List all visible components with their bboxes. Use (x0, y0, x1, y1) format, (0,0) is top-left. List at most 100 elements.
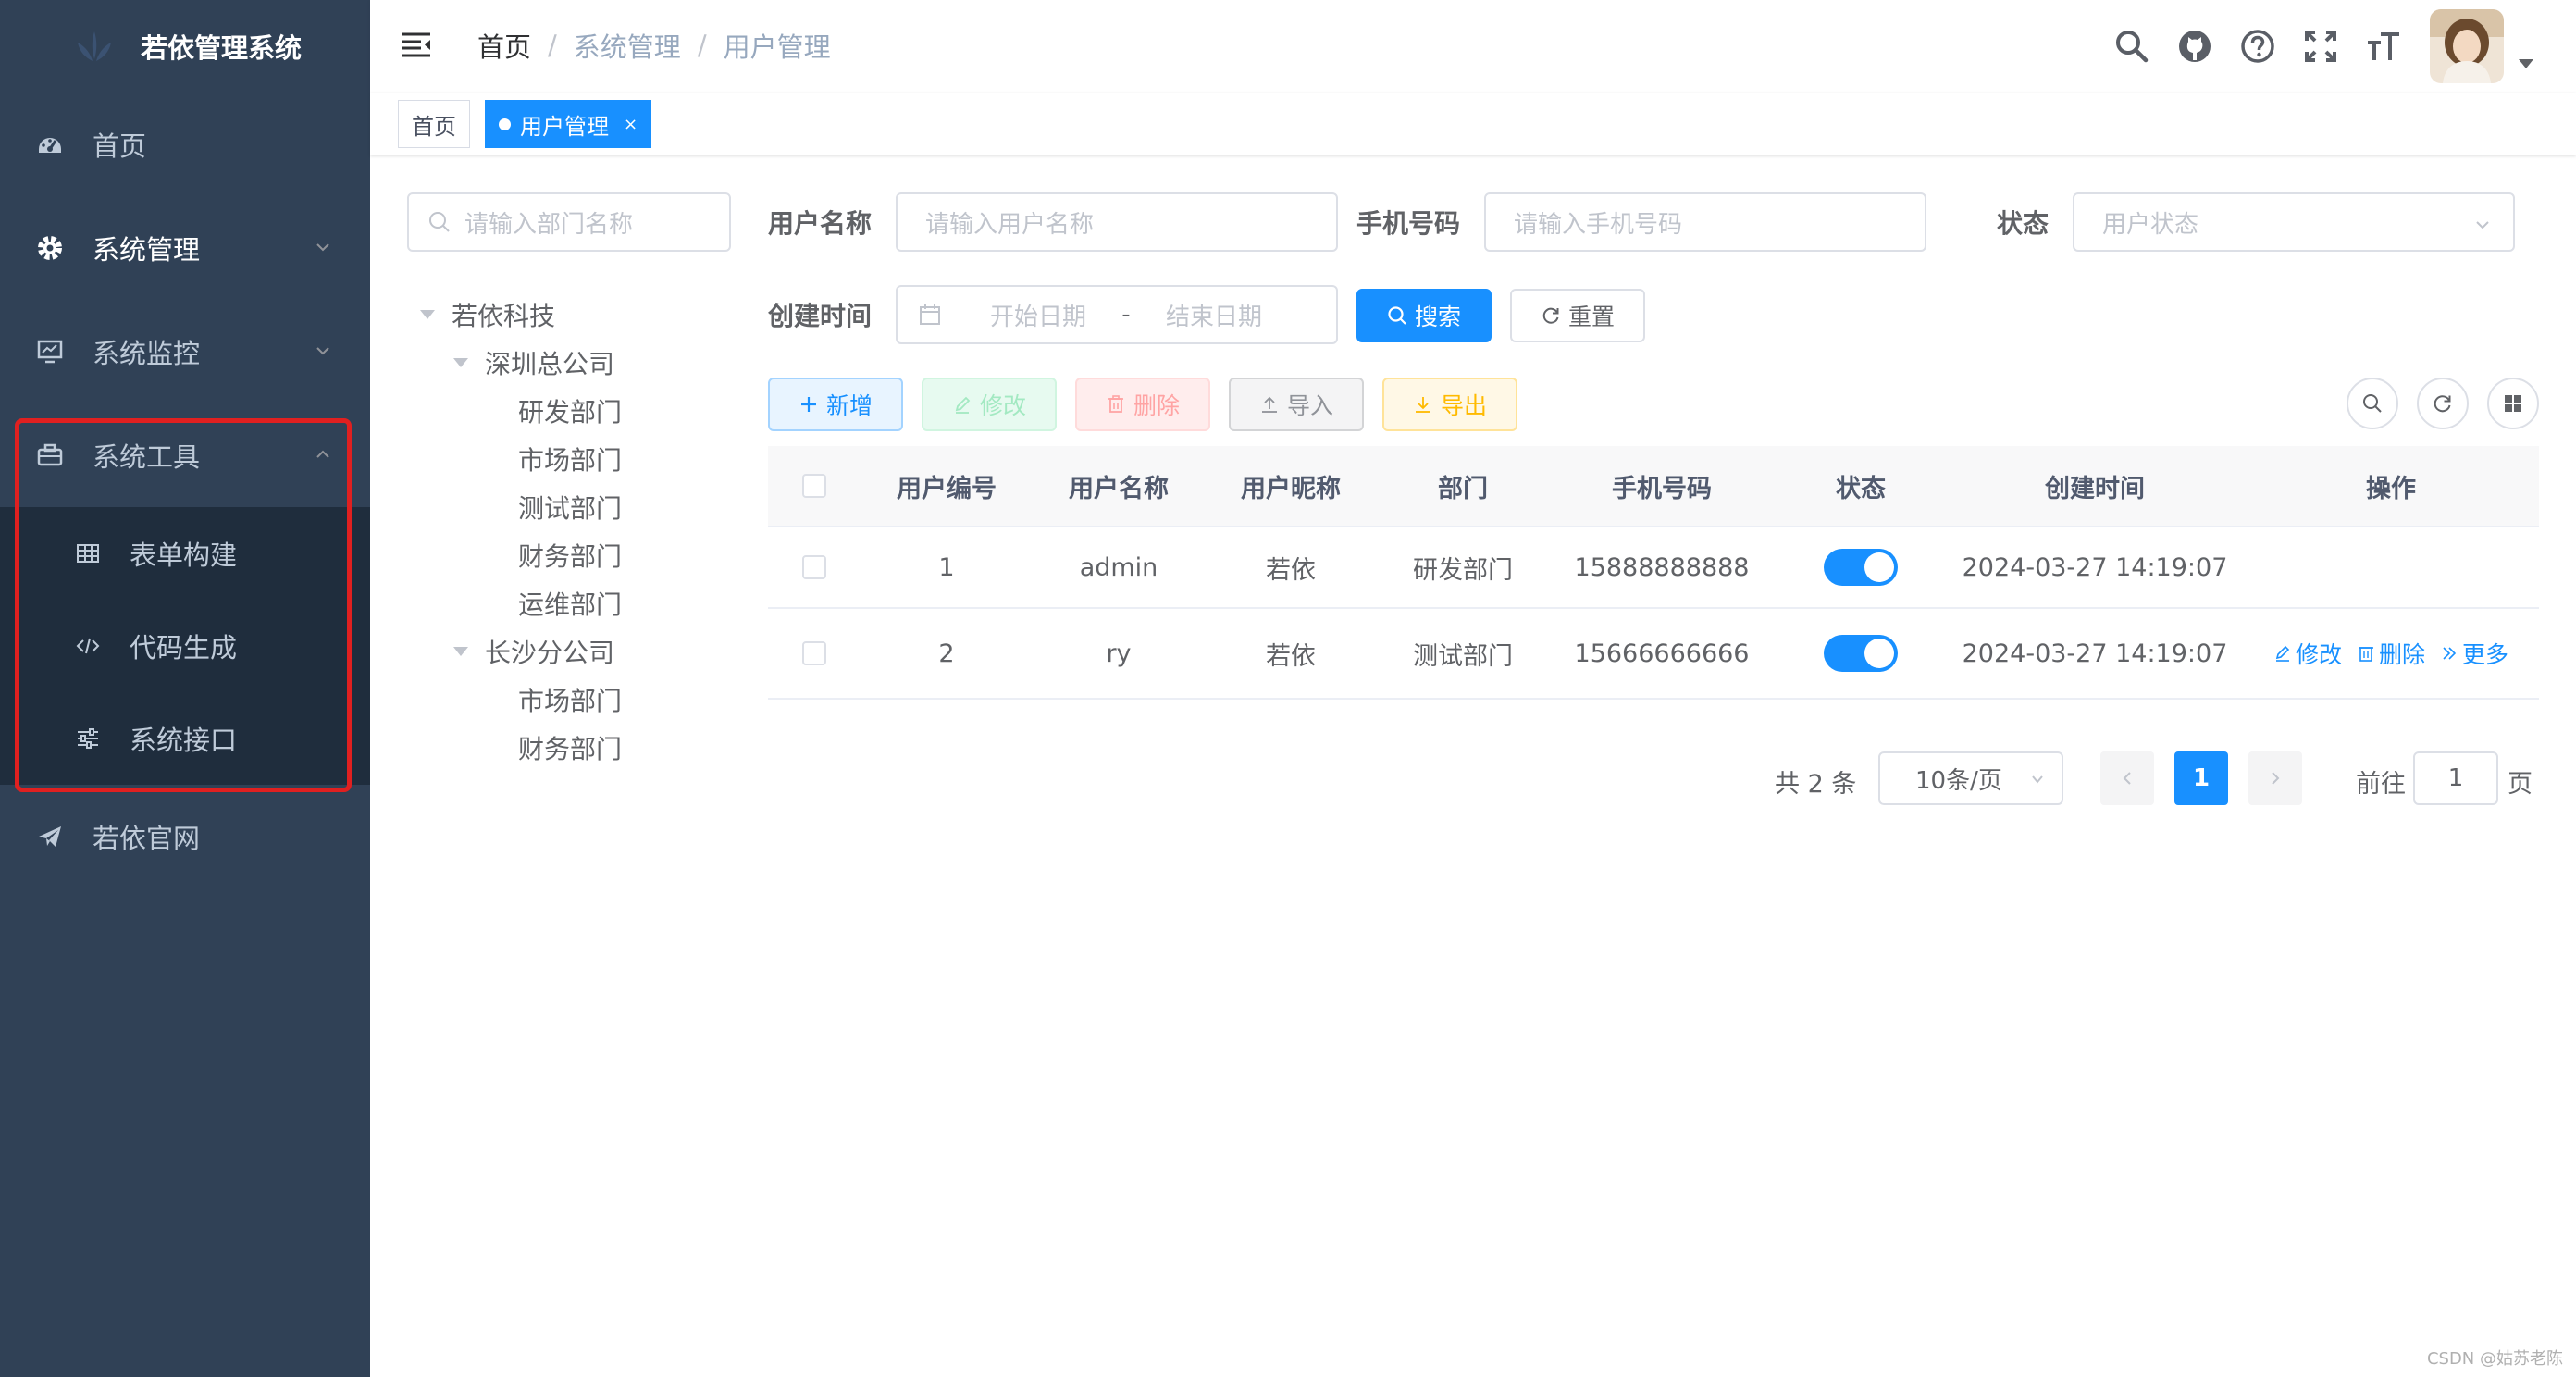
tag-user-management[interactable]: 用户管理 × (485, 100, 652, 148)
prev-page-button[interactable] (2100, 751, 2154, 805)
column-header: 状态 (1836, 474, 1886, 503)
page-number-button[interactable]: 1 (2174, 751, 2228, 805)
fullscreen-icon[interactable] (2302, 28, 2339, 65)
github-icon[interactable] (2176, 28, 2213, 65)
next-page-button[interactable] (2248, 751, 2302, 805)
column-header: 操作 (2366, 474, 2416, 503)
hamburger-icon[interactable] (401, 31, 432, 58)
sidebar-item-label: 系统监控 (93, 338, 201, 369)
add-button[interactable]: 新增 (768, 378, 903, 431)
search-icon[interactable] (2113, 28, 2150, 65)
row-more-link[interactable]: 更多 (2440, 637, 2508, 670)
annotation-highlight-box (15, 418, 352, 792)
date-range-picker[interactable]: 开始日期 - 结束日期 (896, 285, 1338, 344)
tree-node[interactable]: 市场部门 (518, 435, 622, 483)
pagination-total: 共 2 条 (1775, 769, 1857, 799)
delete-button[interactable]: 删除 (1075, 378, 1210, 431)
dept-search-input[interactable]: 请输入部门名称 (407, 192, 731, 252)
sidebar: 若依管理系统 首页 系统管理 系统监控 系统工具 表单构建 代码生成 系统接口 … (0, 0, 370, 1377)
tree-node[interactable]: 财务部门 (518, 724, 622, 772)
row-checkbox[interactable] (802, 641, 826, 665)
toggle-search-button[interactable] (2347, 378, 2398, 429)
logo[interactable]: 若依管理系统 (0, 0, 370, 93)
jump-suffix: 页 (2508, 769, 2533, 799)
reset-button[interactable]: 重置 (1510, 289, 1645, 342)
app-root: 若依管理系统 首页 系统管理 系统监控 系统工具 表单构建 代码生成 系统接口 … (0, 0, 2576, 1377)
tree-node-label: 研发部门 (518, 397, 623, 428)
tree-node[interactable]: 深圳总公司 (453, 339, 614, 387)
trash-icon (2358, 647, 2373, 662)
edit-button-label: 修改 (979, 392, 1026, 419)
dept-cell: 研发部门 (1413, 555, 1513, 585)
created-time-cell: 2024-03-27 14:19:07 (1962, 639, 2228, 668)
import-button-label: 导入 (1286, 392, 1333, 419)
row-checkbox[interactable] (802, 555, 826, 579)
tree-node[interactable]: 研发部门 (518, 387, 622, 435)
username-input[interactable]: 请输入用户名称 (896, 192, 1338, 252)
breadcrumb-user: 用户管理 (723, 31, 831, 63)
caret-down-icon[interactable] (2519, 59, 2533, 68)
edit-button[interactable]: 修改 (922, 378, 1057, 431)
select-all-checkbox[interactable] (802, 474, 826, 498)
status-cell (1775, 609, 1947, 698)
column-header: 创建时间 (2045, 474, 2145, 503)
tree-expand-icon[interactable] (453, 647, 468, 656)
font-size-icon[interactable] (2365, 28, 2402, 65)
tree-node[interactable]: 财务部门 (518, 531, 622, 579)
sidebar-item-system[interactable]: 系统管理 (0, 196, 370, 300)
page-size-select[interactable]: 10条/页 (1878, 751, 2063, 805)
columns-button[interactable] (2487, 378, 2539, 429)
avatar[interactable] (2430, 9, 2504, 83)
switch-knob (1864, 639, 1894, 668)
status-switch[interactable] (1824, 549, 1898, 586)
help-icon[interactable] (2239, 28, 2276, 65)
tree-node[interactable]: 运维部门 (518, 579, 622, 627)
search-button[interactable]: 搜索 (1356, 289, 1492, 342)
column-header: 用户编号 (897, 474, 997, 503)
row-edit-link[interactable]: 修改 (2273, 637, 2342, 670)
start-date-input[interactable]: 开始日期 (964, 298, 1112, 332)
status-switch[interactable] (1824, 635, 1898, 672)
user-id-cell: 1 (938, 552, 955, 582)
sidebar-item-home[interactable]: 首页 (0, 93, 370, 196)
sidebar-item-monitor[interactable]: 系统监控 (0, 300, 370, 403)
tag-label: 用户管理 (520, 113, 609, 140)
plus-icon (800, 397, 816, 412)
import-button[interactable]: 导入 (1229, 378, 1364, 431)
chevron-down-icon (316, 347, 329, 355)
reset-button-label: 重置 (1567, 304, 1615, 330)
export-button[interactable]: 导出 (1382, 378, 1517, 431)
status-select[interactable]: 用户状态 (2073, 192, 2515, 252)
tags-view: 首页 用户管理 × (370, 93, 2576, 155)
phone-input[interactable]: 请输入手机号码 (1484, 192, 1926, 252)
tree-node[interactable]: 若依科技 (420, 291, 555, 339)
tree-node-label: 市场部门 (518, 686, 623, 716)
phone-placeholder: 请输入手机号码 (1514, 210, 1683, 239)
sidebar-item-website[interactable]: 若依官网 (0, 785, 370, 888)
phone-cell: 15666666666 (1574, 639, 1750, 668)
column-header: 用户昵称 (1241, 474, 1341, 503)
phone-label: 手机号码 (1356, 208, 1461, 239)
chevron-down-icon (2476, 221, 2489, 230)
row-edit-label: 修改 (2295, 641, 2342, 668)
tree-node[interactable]: 市场部门 (518, 676, 622, 724)
tag-home[interactable]: 首页 (398, 100, 470, 148)
row-delete-link[interactable]: 删除 (2357, 637, 2425, 670)
grid-icon (2505, 395, 2521, 412)
jump-page-input[interactable]: 1 (2413, 751, 2498, 805)
tree-expand-icon[interactable] (453, 358, 468, 367)
actions-cell (2243, 527, 2539, 607)
tree-node-label: 财务部门 (518, 734, 623, 764)
breadcrumb-home[interactable]: 首页 (477, 26, 531, 65)
close-icon[interactable]: × (624, 115, 638, 134)
tree-expand-icon[interactable] (420, 310, 435, 319)
phone-cell: 15888888888 (1574, 552, 1750, 582)
column-header: 部门 (1438, 474, 1488, 503)
tree-node[interactable]: 测试部门 (518, 483, 622, 531)
end-date-input[interactable]: 结束日期 (1140, 298, 1288, 332)
refresh-button[interactable] (2417, 378, 2469, 429)
app-title: 若依管理系统 (140, 32, 302, 64)
switch-knob (1864, 552, 1894, 582)
tree-node[interactable]: 长沙分公司 (453, 627, 614, 676)
header-checkbox-cell (768, 446, 861, 526)
